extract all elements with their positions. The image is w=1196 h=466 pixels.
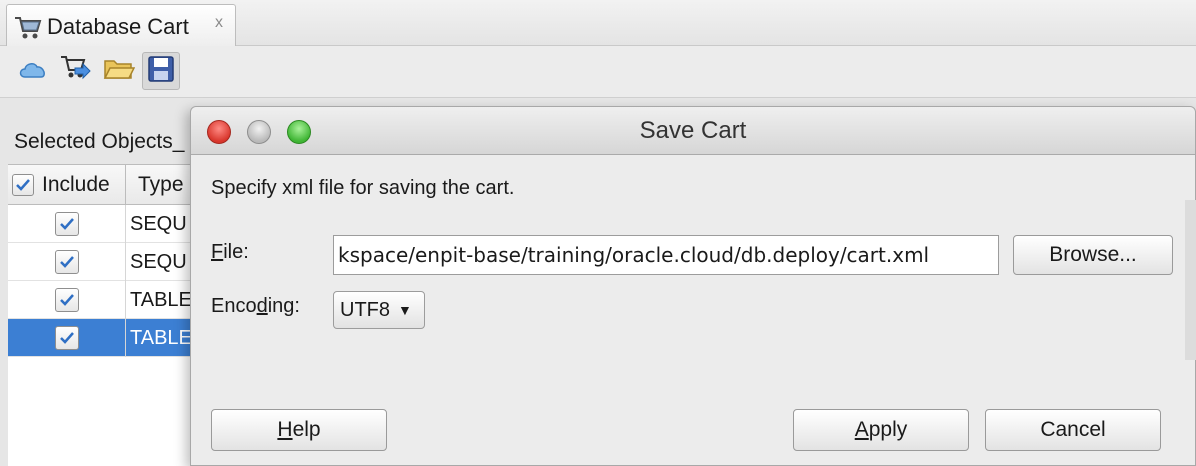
tab-database-cart[interactable]: Database Cart x bbox=[6, 4, 236, 46]
include-checkbox[interactable] bbox=[54, 212, 79, 236]
table-row-selected[interactable]: TABLE bbox=[8, 319, 208, 357]
file-label: File: bbox=[211, 241, 249, 263]
include-header-label: Include bbox=[42, 173, 110, 196]
help-button[interactable]: Help bbox=[211, 409, 387, 451]
scrollbar[interactable] bbox=[1185, 200, 1196, 360]
row-type: SEQU bbox=[130, 250, 187, 273]
encoding-label: Encoding: bbox=[211, 295, 300, 317]
file-path-input[interactable] bbox=[333, 235, 999, 275]
deploy-button[interactable] bbox=[56, 52, 94, 90]
check-icon bbox=[59, 218, 74, 230]
table-row[interactable]: SEQU bbox=[8, 243, 208, 281]
row-type: TABLE bbox=[130, 326, 192, 349]
instruction-text: Specify xml file for saving the cart. bbox=[211, 177, 515, 199]
deploy-icon bbox=[59, 54, 91, 89]
check-icon bbox=[59, 256, 74, 268]
cart-icon bbox=[13, 15, 43, 46]
tab-title: Database Cart bbox=[47, 14, 189, 39]
type-header-label: Type bbox=[138, 173, 184, 196]
include-checkbox[interactable] bbox=[54, 326, 79, 350]
include-checkbox[interactable] bbox=[54, 288, 79, 312]
dropdown-arrow-icon: ▼ bbox=[398, 302, 412, 318]
table-header: Include Type bbox=[8, 165, 208, 205]
selected-objects-label: Selected Objects_ bbox=[14, 130, 185, 153]
row-type: SEQU bbox=[130, 212, 187, 235]
check-icon bbox=[59, 332, 74, 344]
save-button[interactable] bbox=[142, 52, 180, 90]
objects-table: Include Type SEQU SEQU TABLE TABLE bbox=[8, 164, 208, 466]
dialog-titlebar[interactable]: Save Cart bbox=[191, 107, 1195, 155]
cloud-icon bbox=[17, 58, 49, 85]
open-button[interactable] bbox=[100, 52, 138, 90]
include-column-header[interactable]: Include bbox=[8, 165, 126, 205]
open-folder-icon bbox=[103, 56, 136, 87]
encoding-select[interactable]: UTF8 ▼ bbox=[333, 291, 425, 329]
include-all-checkbox[interactable] bbox=[12, 174, 34, 196]
check-icon bbox=[59, 294, 74, 306]
cancel-button[interactable]: Cancel bbox=[985, 409, 1161, 451]
table-row[interactable]: TABLE bbox=[8, 281, 208, 319]
row-type: TABLE bbox=[130, 288, 192, 311]
save-icon bbox=[147, 55, 175, 88]
apply-button[interactable]: Apply bbox=[793, 409, 969, 451]
tab-close-icon[interactable]: x bbox=[215, 14, 223, 32]
tab-strip: Database Cart x bbox=[0, 0, 1196, 46]
save-cart-dialog: Save Cart Specify xml file for saving th… bbox=[190, 106, 1196, 466]
cloud-button[interactable] bbox=[14, 52, 52, 90]
table-row[interactable]: SEQU bbox=[8, 205, 208, 243]
dialog-title: Save Cart bbox=[639, 117, 747, 144]
cart-toolbar bbox=[0, 46, 1196, 98]
browse-button[interactable]: Browse... bbox=[1013, 235, 1173, 275]
check-icon bbox=[16, 179, 30, 191]
include-checkbox[interactable] bbox=[54, 250, 79, 274]
encoding-value: UTF8 bbox=[340, 298, 390, 321]
